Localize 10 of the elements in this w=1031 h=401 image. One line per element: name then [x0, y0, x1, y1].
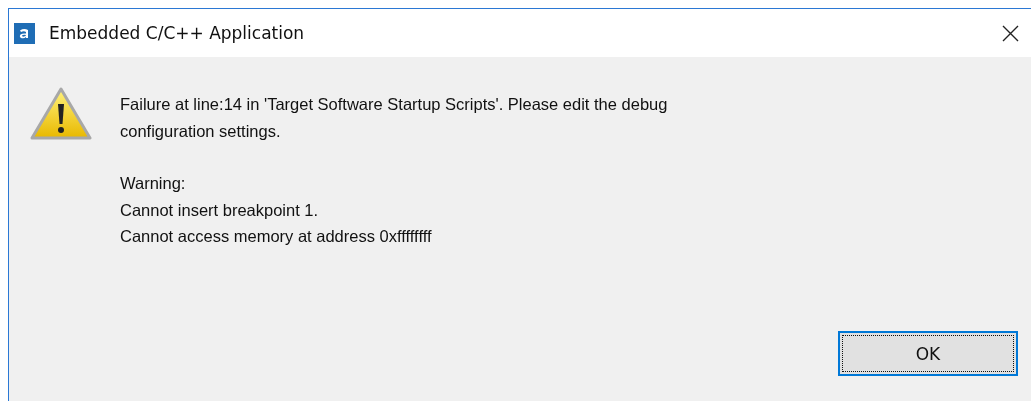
message-text: Cannot insert breakpoint 1. [120, 199, 320, 221]
message-text: Failure at line:14 in 'Target Software Startup Scripts'. Please edit the debug [120, 94, 668, 115]
close-icon[interactable] [1002, 24, 1019, 42]
warning-icon [30, 87, 92, 141]
message-text: configuration settings. [120, 120, 282, 142]
message-text: Warning: [120, 173, 187, 194]
window-title: Embedded C/C++ Application [49, 23, 306, 43]
message-text: Cannot access memory at address 0xffffffff [120, 226, 433, 247]
ok-button[interactable]: OK [838, 331, 1018, 376]
app-logo-icon [14, 22, 35, 44]
